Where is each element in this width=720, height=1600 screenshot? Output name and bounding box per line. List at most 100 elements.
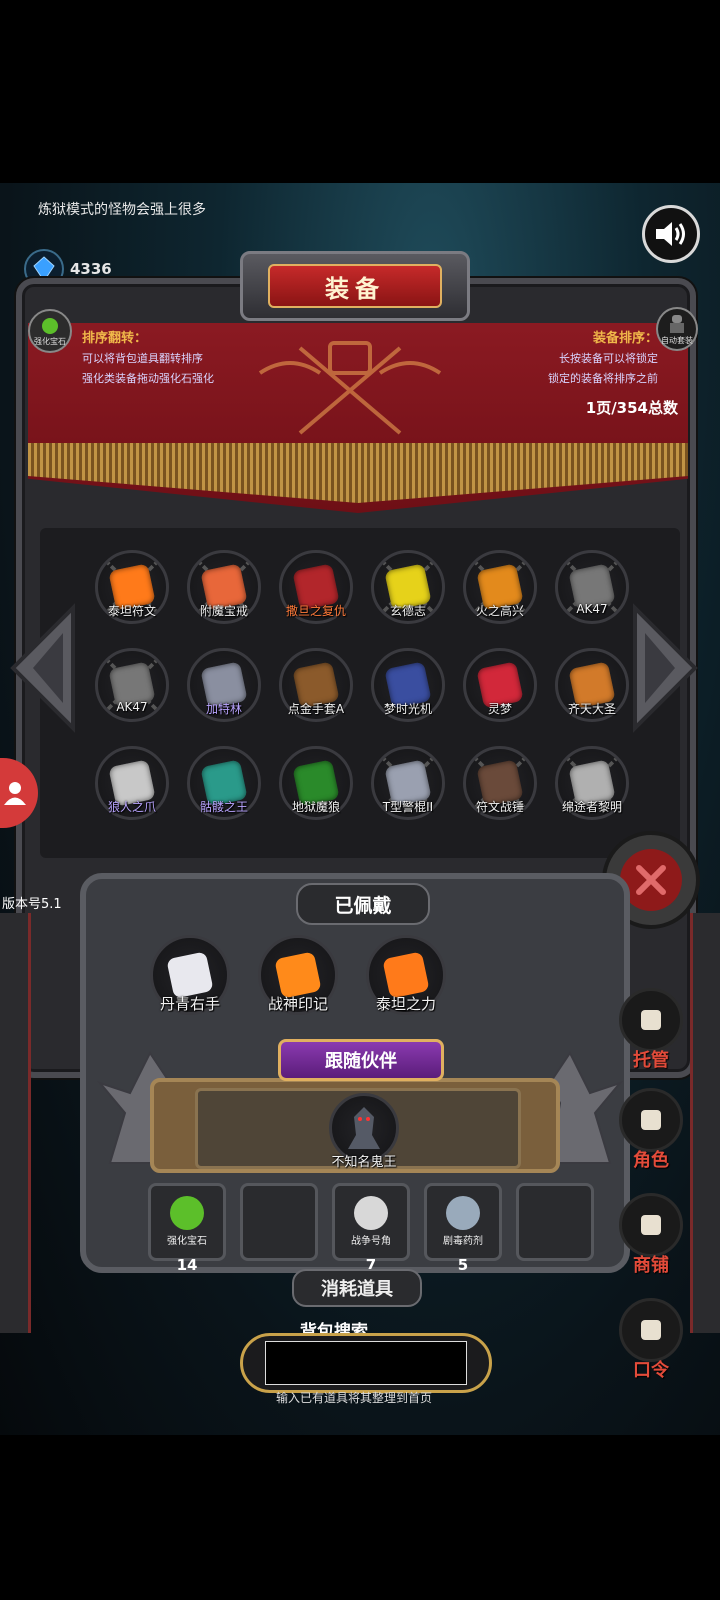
equipment-slot[interactable]: T型警棍II <box>362 746 454 826</box>
equipment-slot[interactable]: 玄德志 <box>362 550 454 630</box>
sound-button[interactable] <box>642 205 700 263</box>
equipment-slot[interactable]: 绵途者黎明 <box>546 746 638 826</box>
equipment-slot[interactable]: 泰坦符文 <box>86 550 178 630</box>
scroll-icon <box>619 1298 683 1362</box>
equipment-label: T型警棍II <box>382 800 434 814</box>
equipment-label: 撒旦之复仇 <box>285 604 346 618</box>
worn-items: 丹青右手 战神印记 泰坦之力 <box>150 935 446 1025</box>
equipment-label: 骷髅之王 <box>199 800 248 814</box>
companion-title: 跟随伙伴 <box>278 1039 444 1081</box>
search-box <box>240 1333 492 1393</box>
worn-title: 已佩戴 <box>296 883 430 925</box>
frame-right-decoration <box>690 913 720 1333</box>
titan-rune-icon <box>382 951 430 999</box>
equipment-slot[interactable]: 灵梦 <box>454 648 546 728</box>
equipment-slot[interactable]: 附魔宝戒 <box>178 550 270 630</box>
companion-slot[interactable]: 不知名鬼王 <box>318 1093 410 1173</box>
equipment-slot[interactable]: 符文战锤 <box>454 746 546 826</box>
side-menu-label: 托管 <box>633 1050 669 1071</box>
game-screen: 炼狱模式的怪物会强上很多 4336 装备 强化宝石 排序翻转： 可以将背包道具翻… <box>0 183 720 1435</box>
person-icon <box>4 782 26 805</box>
equipment-label: 梦时光机 <box>383 702 432 716</box>
worn-label: 丹青右手 <box>159 995 220 1013</box>
crossed-swords-emblem-icon <box>258 341 442 435</box>
equipment-label: 齐天大圣 <box>567 702 616 716</box>
consumable-label: 剧毒药剂 <box>443 1236 483 1247</box>
equipment-slot[interactable]: 加特林 <box>178 648 270 728</box>
equipment-label: 加特林 <box>205 702 242 716</box>
side-menu-item[interactable]: 托管 <box>618 988 684 1072</box>
equipment-slot[interactable]: 梦时光机 <box>362 648 454 728</box>
equipment-slot[interactable]: 撒旦之复仇 <box>270 550 362 630</box>
equipment-label: 附魔宝戒 <box>199 604 248 618</box>
speaker-icon <box>656 222 685 246</box>
side-menu-label: 角色 <box>633 1150 669 1171</box>
side-menu-item[interactable]: 角色 <box>618 1088 684 1172</box>
worn-slot[interactable]: 战神印记 <box>258 935 338 1025</box>
ghost-king-icon <box>348 1107 380 1149</box>
equipment-label: 点金手套A <box>287 702 345 716</box>
war-horn-icon <box>354 1196 388 1230</box>
equip-sort-tip[interactable]: 装备排序： 长按装备可以将锁定 锁定的装备将排序之前 <box>548 327 658 386</box>
consumable-slots: 强化宝石 14 战争号角 7 剧毒药剂 5 <box>148 1183 594 1274</box>
green-gem-icon <box>170 1196 204 1230</box>
consumable-slot[interactable] <box>240 1183 318 1261</box>
companion-label: 不知名鬼王 <box>331 1155 397 1170</box>
mode-notice: 炼狱模式的怪物会强上很多 <box>38 202 206 218</box>
green-gem-icon <box>42 317 58 334</box>
hooded-character-icon <box>619 1088 683 1152</box>
equipment-label: 狼人之爪 <box>107 800 156 814</box>
panel-title: 装备 <box>268 264 442 308</box>
side-menu-label: 商铺 <box>633 1255 669 1276</box>
consumable-slot[interactable]: 强化宝石 14 <box>148 1183 226 1274</box>
equipment-slot[interactable]: 狼人之爪 <box>86 746 178 826</box>
consumable-label: 战争号角 <box>351 1236 391 1247</box>
white-glove-icon <box>166 951 214 999</box>
equipment-label: 泰坦符文 <box>107 604 156 618</box>
shop-icon <box>619 1193 683 1257</box>
equipment-label: 符文战锤 <box>475 800 524 814</box>
equipment-label: AK47 <box>116 700 148 714</box>
side-menu-item[interactable]: 口令 <box>618 1298 684 1382</box>
consumable-slot[interactable]: 剧毒药剂 5 <box>424 1183 502 1274</box>
worn-label: 泰坦之力 <box>375 995 436 1013</box>
dice-icon <box>619 988 683 1052</box>
consumable-label: 强化宝石 <box>167 1236 207 1247</box>
strengthen-gem-button[interactable]: 强化宝石 <box>28 309 72 353</box>
consumable-slot[interactable]: 战争号角 7 <box>332 1183 410 1274</box>
armor-icon <box>670 314 684 333</box>
worn-slot[interactable]: 泰坦之力 <box>366 935 446 1025</box>
sort-flip-tip[interactable]: 排序翻转： 可以将背包道具翻转排序 强化类装备拖动强化石强化 <box>82 327 214 386</box>
equipment-label: 火之高兴 <box>475 604 524 618</box>
worn-label: 战神印记 <box>267 995 328 1013</box>
equipment-slot[interactable]: 点金手套A <box>270 648 362 728</box>
version-label: 版本号5.1 <box>2 897 62 912</box>
side-menu-label: 口令 <box>633 1360 669 1381</box>
page-info: 1页/354总数 <box>585 399 678 417</box>
equipment-slot[interactable]: 骷髅之王 <box>178 746 270 826</box>
equipment-label: 地狱魔狼 <box>291 800 340 814</box>
side-menu-item[interactable]: 商铺 <box>618 1193 684 1277</box>
equipment-grid: 泰坦符文 附魔宝戒 撒旦之复仇 玄德志 火之高兴 AK47 AK47 加特林 点金手套A 梦时光机… <box>86 550 638 826</box>
consumables-title: 消耗道具 <box>292 1269 422 1307</box>
equipment-slot[interactable]: AK47 <box>86 648 178 728</box>
equipment-slot[interactable]: AK47 <box>546 550 638 630</box>
equipment-label: 灵梦 <box>487 702 512 716</box>
equipment-label: 玄德志 <box>389 604 426 618</box>
frame-left-decoration <box>0 913 31 1333</box>
close-icon <box>636 865 666 895</box>
search-hint: 输入已有道具将其整理到首页 <box>276 1391 433 1405</box>
consumable-count: 14 <box>176 1256 198 1274</box>
gem-count: 4336 <box>70 260 112 278</box>
search-input[interactable] <box>265 1341 467 1385</box>
equipment-slot[interactable]: 齐天大圣 <box>546 648 638 728</box>
consumable-slot[interactable] <box>516 1183 594 1261</box>
equipment-slot[interactable]: 火之高兴 <box>454 550 546 630</box>
worn-slot[interactable]: 丹青右手 <box>150 935 230 1025</box>
prev-page-arrow-icon[interactable] <box>8 603 78 733</box>
auto-suit-button[interactable]: 自动套装 <box>656 307 698 351</box>
equipment-slot[interactable]: 地狱魔狼 <box>270 746 362 826</box>
next-page-arrow-icon[interactable] <box>630 603 700 733</box>
panel-title-plate: 装备 <box>240 251 470 321</box>
war-mark-icon <box>274 951 322 999</box>
